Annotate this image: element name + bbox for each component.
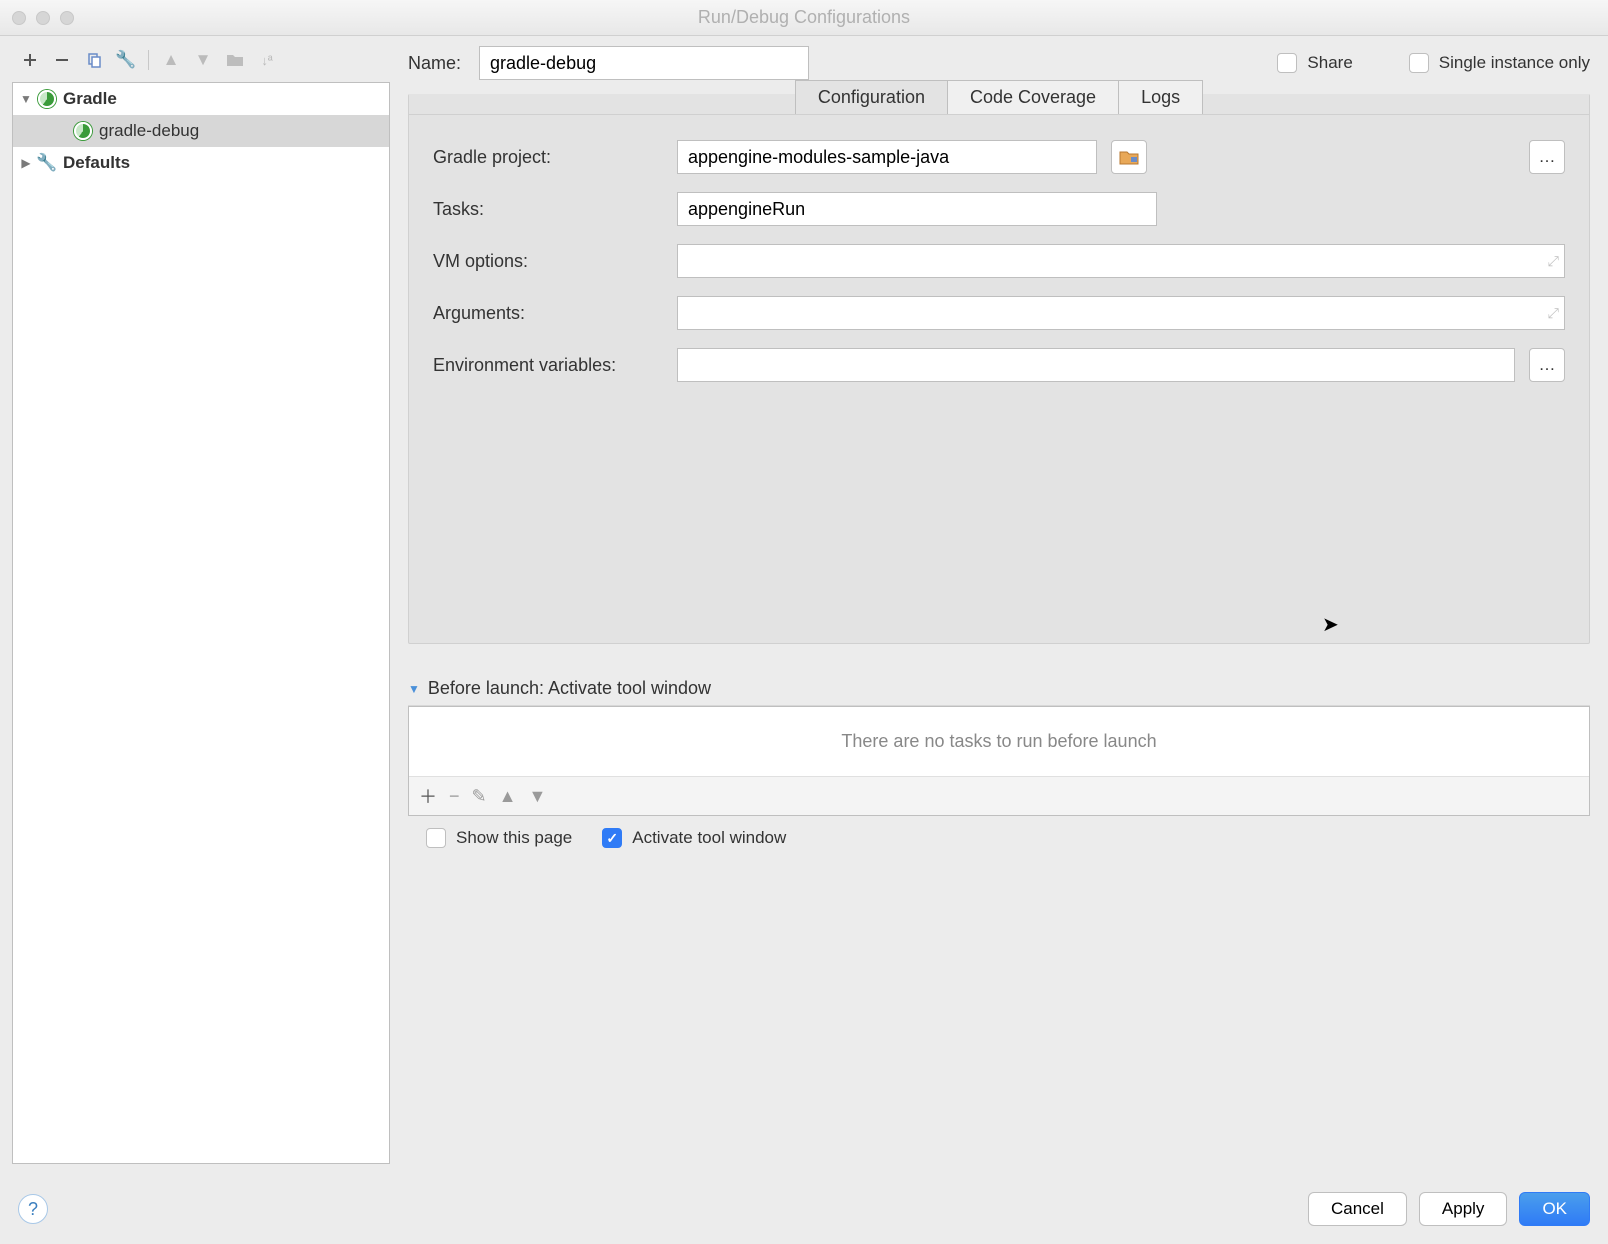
env-vars-browse-button[interactable]: … [1529,348,1565,382]
show-this-page-label: Show this page [456,828,572,848]
before-launch-section: ▼ Before launch: Activate tool window Th… [408,672,1590,848]
name-input[interactable] [479,46,809,80]
expand-icon[interactable]: ⤢ [1548,253,1559,270]
arguments-input[interactable] [677,296,1565,330]
sort-button[interactable]: ↓ª [255,48,279,72]
copy-config-button[interactable] [82,48,106,72]
footer: ? Cancel Apply OK [0,1174,1608,1244]
cancel-button[interactable]: Cancel [1308,1192,1407,1226]
move-task-down-button[interactable]: ▼ [528,786,546,807]
checkbox-icon [426,828,446,848]
activate-tool-window-checkbox[interactable]: Activate tool window [602,828,786,848]
checkbox-icon [1409,53,1429,73]
titlebar: Run/Debug Configurations [0,0,1608,36]
tree-label: Gradle [61,89,117,109]
tasks-input[interactable] [677,192,1157,226]
edit-task-button[interactable]: ✎ [472,786,487,807]
more-project-button[interactable]: … [1529,140,1565,174]
add-config-button[interactable] [18,48,42,72]
vm-options-label: VM options: [433,251,663,272]
apply-button[interactable]: Apply [1419,1192,1508,1226]
tree-node-defaults[interactable]: ▶ 🔧 Defaults [13,147,389,179]
edit-defaults-button[interactable]: 🔧 [114,48,138,72]
tabs: Configuration Code Coverage Logs [795,80,1203,114]
remove-config-button[interactable] [50,48,74,72]
wrench-icon: 🔧 [37,153,57,173]
before-launch-empty: There are no tasks to run before launch [409,707,1589,776]
main-panel: Name: Share Single instance only Configu… [390,36,1608,1174]
sidebar: 🔧 ▲ ▼ ↓ª ▼ Gradle gradle-debug ▶ 🔧 Defau… [0,36,390,1174]
help-button[interactable]: ? [18,1194,48,1224]
separator [148,50,149,70]
tree-label: Defaults [61,153,130,173]
config-form: Gradle project: … Tasks: [409,116,1589,392]
checkbox-icon [1277,53,1297,73]
before-launch-list: There are no tasks to run before launch … [408,706,1590,816]
expand-icon[interactable]: ⤢ [1548,305,1559,322]
show-this-page-checkbox[interactable]: Show this page [426,828,572,848]
move-task-up-button[interactable]: ▲ [499,786,517,807]
move-down-button[interactable]: ▼ [191,48,215,72]
sidebar-toolbar: 🔧 ▲ ▼ ↓ª [12,46,390,82]
single-instance-label: Single instance only [1439,53,1590,73]
tasks-label: Tasks: [433,199,663,220]
checkbox-icon [602,828,622,848]
vm-options-input[interactable] [677,244,1565,278]
add-task-button[interactable]: ＋ [419,783,437,809]
move-up-button[interactable]: ▲ [159,48,183,72]
ellipsis-icon: … [1539,355,1556,375]
gradle-project-label: Gradle project: [433,147,663,168]
remove-task-button[interactable]: − [449,786,460,807]
name-row: Name: Share Single instance only [408,46,1590,80]
tab-code-coverage[interactable]: Code Coverage [948,81,1119,114]
tab-logs[interactable]: Logs [1119,81,1202,114]
gradle-icon [37,89,57,109]
env-vars-input[interactable] [677,348,1515,382]
browse-project-button[interactable] [1111,140,1147,174]
share-label: Share [1307,53,1352,73]
env-vars-label: Environment variables: [433,355,663,376]
collapse-arrow-icon[interactable]: ▶ [19,156,33,170]
expand-arrow-icon[interactable]: ▼ [19,92,33,106]
tree-label: gradle-debug [97,121,199,141]
folder-button[interactable] [223,48,247,72]
config-panel: Configuration Code Coverage Logs Gradle … [408,94,1590,644]
tab-configuration[interactable]: Configuration [796,81,948,114]
single-instance-checkbox[interactable]: Single instance only [1409,53,1590,73]
before-launch-toolbar: ＋ − ✎ ▲ ▼ [409,776,1589,815]
share-checkbox[interactable]: Share [1277,53,1352,73]
name-label: Name: [408,53,461,74]
ok-button[interactable]: OK [1519,1192,1590,1226]
tree-node-gradle[interactable]: ▼ Gradle [13,83,389,115]
arguments-label: Arguments: [433,303,663,324]
activate-tool-window-label: Activate tool window [632,828,786,848]
tree-node-gradle-debug[interactable]: gradle-debug [13,115,389,147]
ellipsis-icon: … [1539,147,1556,167]
window-title: Run/Debug Configurations [0,7,1608,28]
gradle-icon [73,121,93,141]
config-tree[interactable]: ▼ Gradle gradle-debug ▶ 🔧 Defaults [12,82,390,1164]
gradle-project-input[interactable] [677,140,1097,174]
